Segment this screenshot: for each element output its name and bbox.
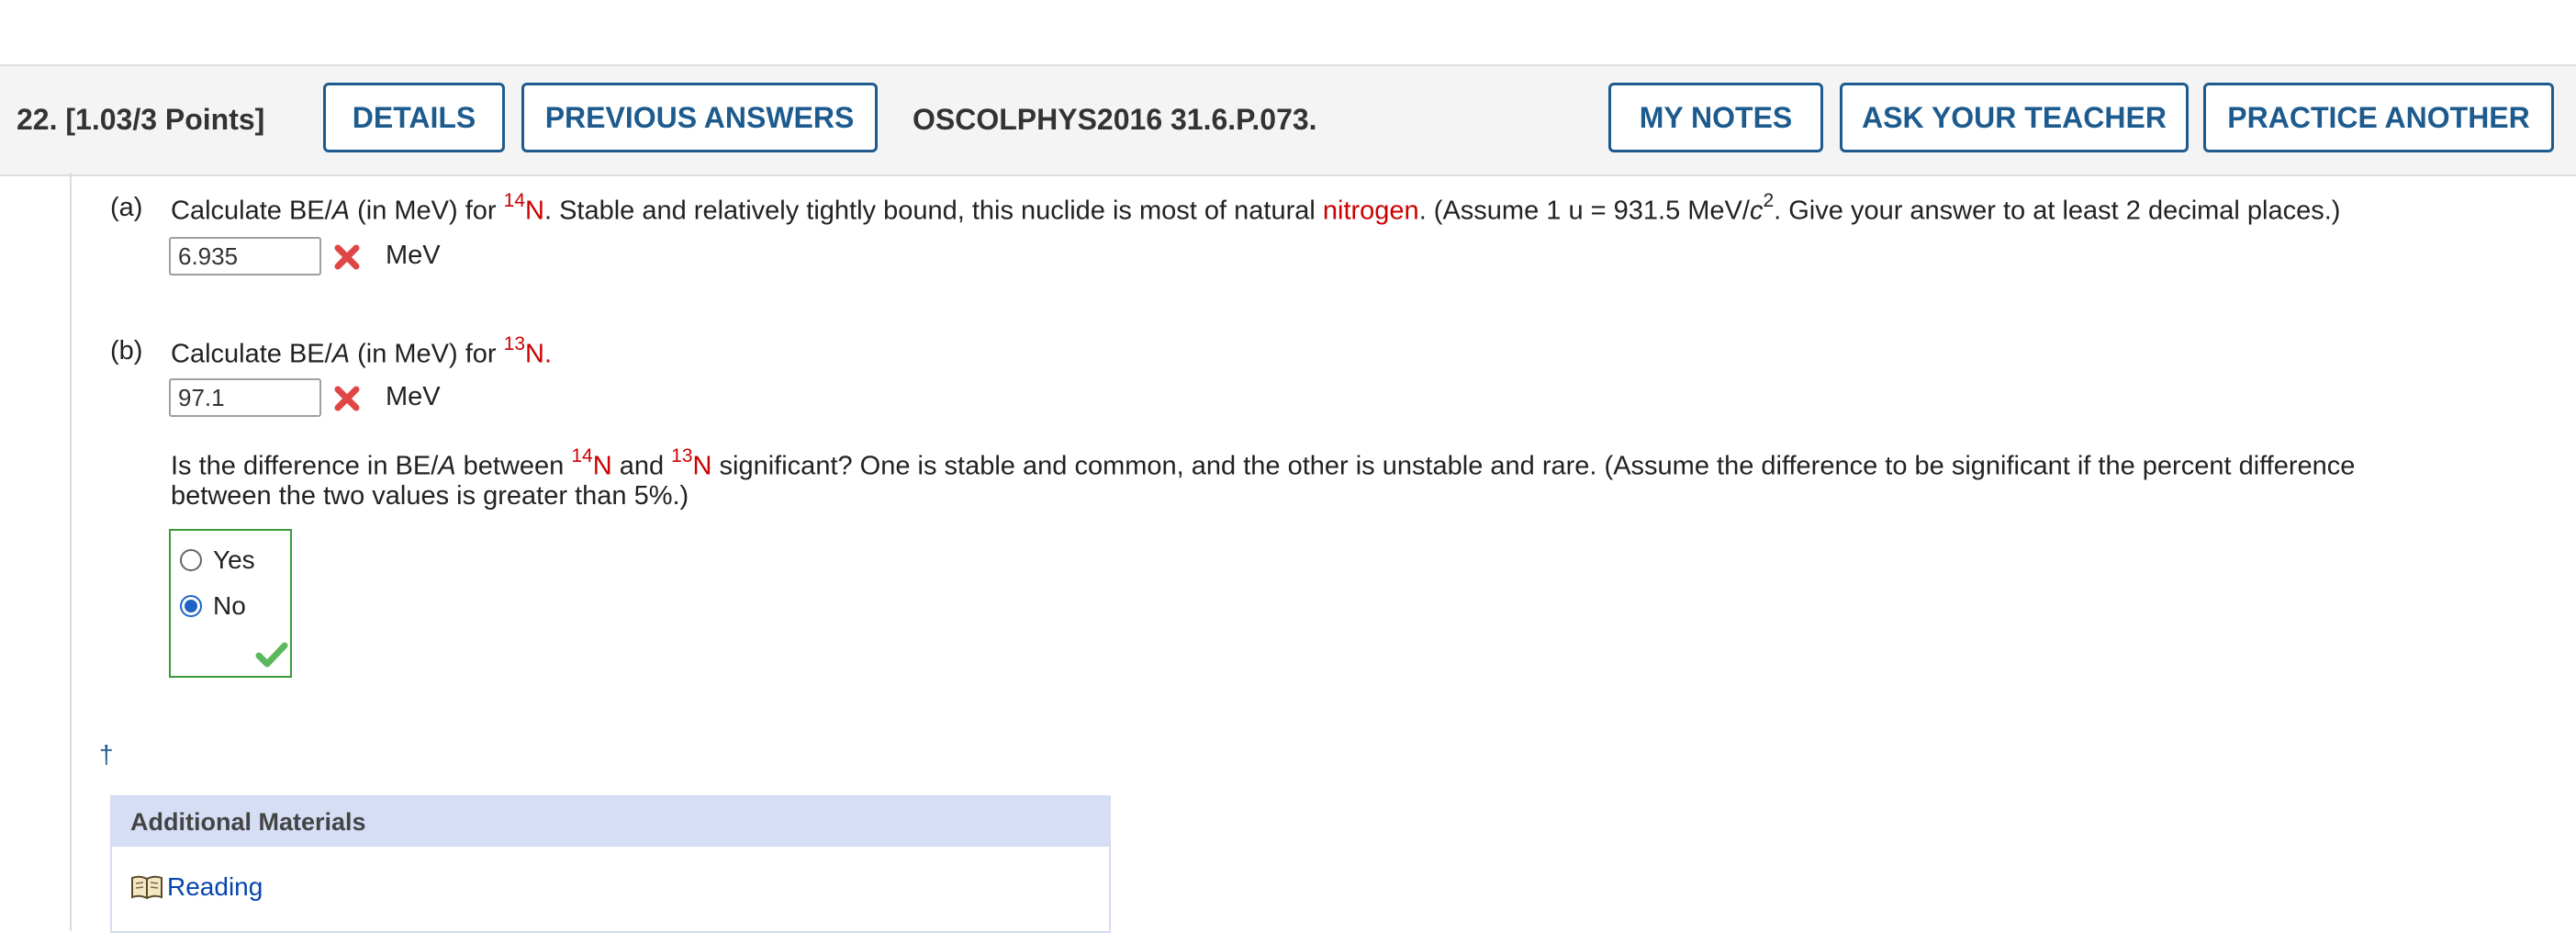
- question-header: 22. [1.03/3 Points] DETAILS PREVIOUS ANS…: [0, 64, 2576, 176]
- question-number: 22.: [17, 103, 58, 136]
- isotope-mass: 13: [503, 333, 525, 354]
- nitrogen-term: nitrogen: [1322, 196, 1419, 226]
- answer-choice-box: Yes No: [169, 529, 292, 678]
- incorrect-icon: [334, 386, 360, 411]
- my-notes-button[interactable]: MY NOTES: [1608, 83, 1823, 152]
- previous-answers-button[interactable]: PREVIOUS ANSWERS: [521, 83, 878, 152]
- additional-materials-title: Additional Materials: [112, 797, 1109, 847]
- question-points: [1.03/3 Points]: [65, 103, 265, 136]
- content-border: [70, 173, 72, 931]
- details-button[interactable]: DETAILS: [323, 83, 505, 152]
- part-a-question: Calculate BE/A (in MeV) for 14N. Stable …: [171, 190, 2341, 226]
- practice-another-button[interactable]: PRACTICE ANOTHER: [2203, 83, 2554, 152]
- additional-materials-panel: Additional Materials Reading: [110, 795, 1111, 933]
- isotope-mass: 14: [503, 190, 525, 211]
- option-no[interactable]: No: [180, 590, 246, 623]
- dagger-mark: †: [99, 740, 114, 769]
- significance-question: Is the difference in BE/A between 14N an…: [171, 445, 2356, 481]
- option-no-label: No: [213, 591, 246, 620]
- part-a-unit: MeV: [386, 241, 441, 270]
- part-a-answer-input[interactable]: [169, 237, 321, 275]
- part-b-unit: MeV: [386, 382, 441, 411]
- ask-your-teacher-button[interactable]: ASK YOUR TEACHER: [1840, 83, 2189, 152]
- page: 22. [1.03/3 Points] DETAILS PREVIOUS ANS…: [0, 0, 2576, 933]
- correct-checkmark-icon: [255, 642, 288, 668]
- part-a-label: (a): [110, 193, 143, 222]
- part-b-answer-input[interactable]: [169, 378, 321, 417]
- isotope-symbol: N: [525, 339, 544, 369]
- book-icon: [131, 875, 162, 900]
- question-title: 22. [1.03/3 Points]: [17, 103, 264, 137]
- radio-no[interactable]: [180, 595, 202, 617]
- incorrect-icon: [334, 244, 360, 270]
- option-yes-label: Yes: [213, 545, 255, 574]
- option-yes[interactable]: Yes: [180, 544, 255, 577]
- question-code: OSCOLPHYS2016 31.6.P.073.: [913, 103, 1317, 136]
- reading-link-row[interactable]: Reading: [130, 872, 263, 902]
- part-b-question: Calculate BE/A (in MeV) for 13N.: [171, 333, 553, 369]
- significance-question-cont: between the two values is greater than 5…: [171, 481, 689, 511]
- isotope-symbol: N: [525, 196, 544, 226]
- part-b-label: (b): [110, 336, 143, 365]
- reading-link[interactable]: Reading: [167, 872, 263, 902]
- radio-yes[interactable]: [180, 549, 202, 571]
